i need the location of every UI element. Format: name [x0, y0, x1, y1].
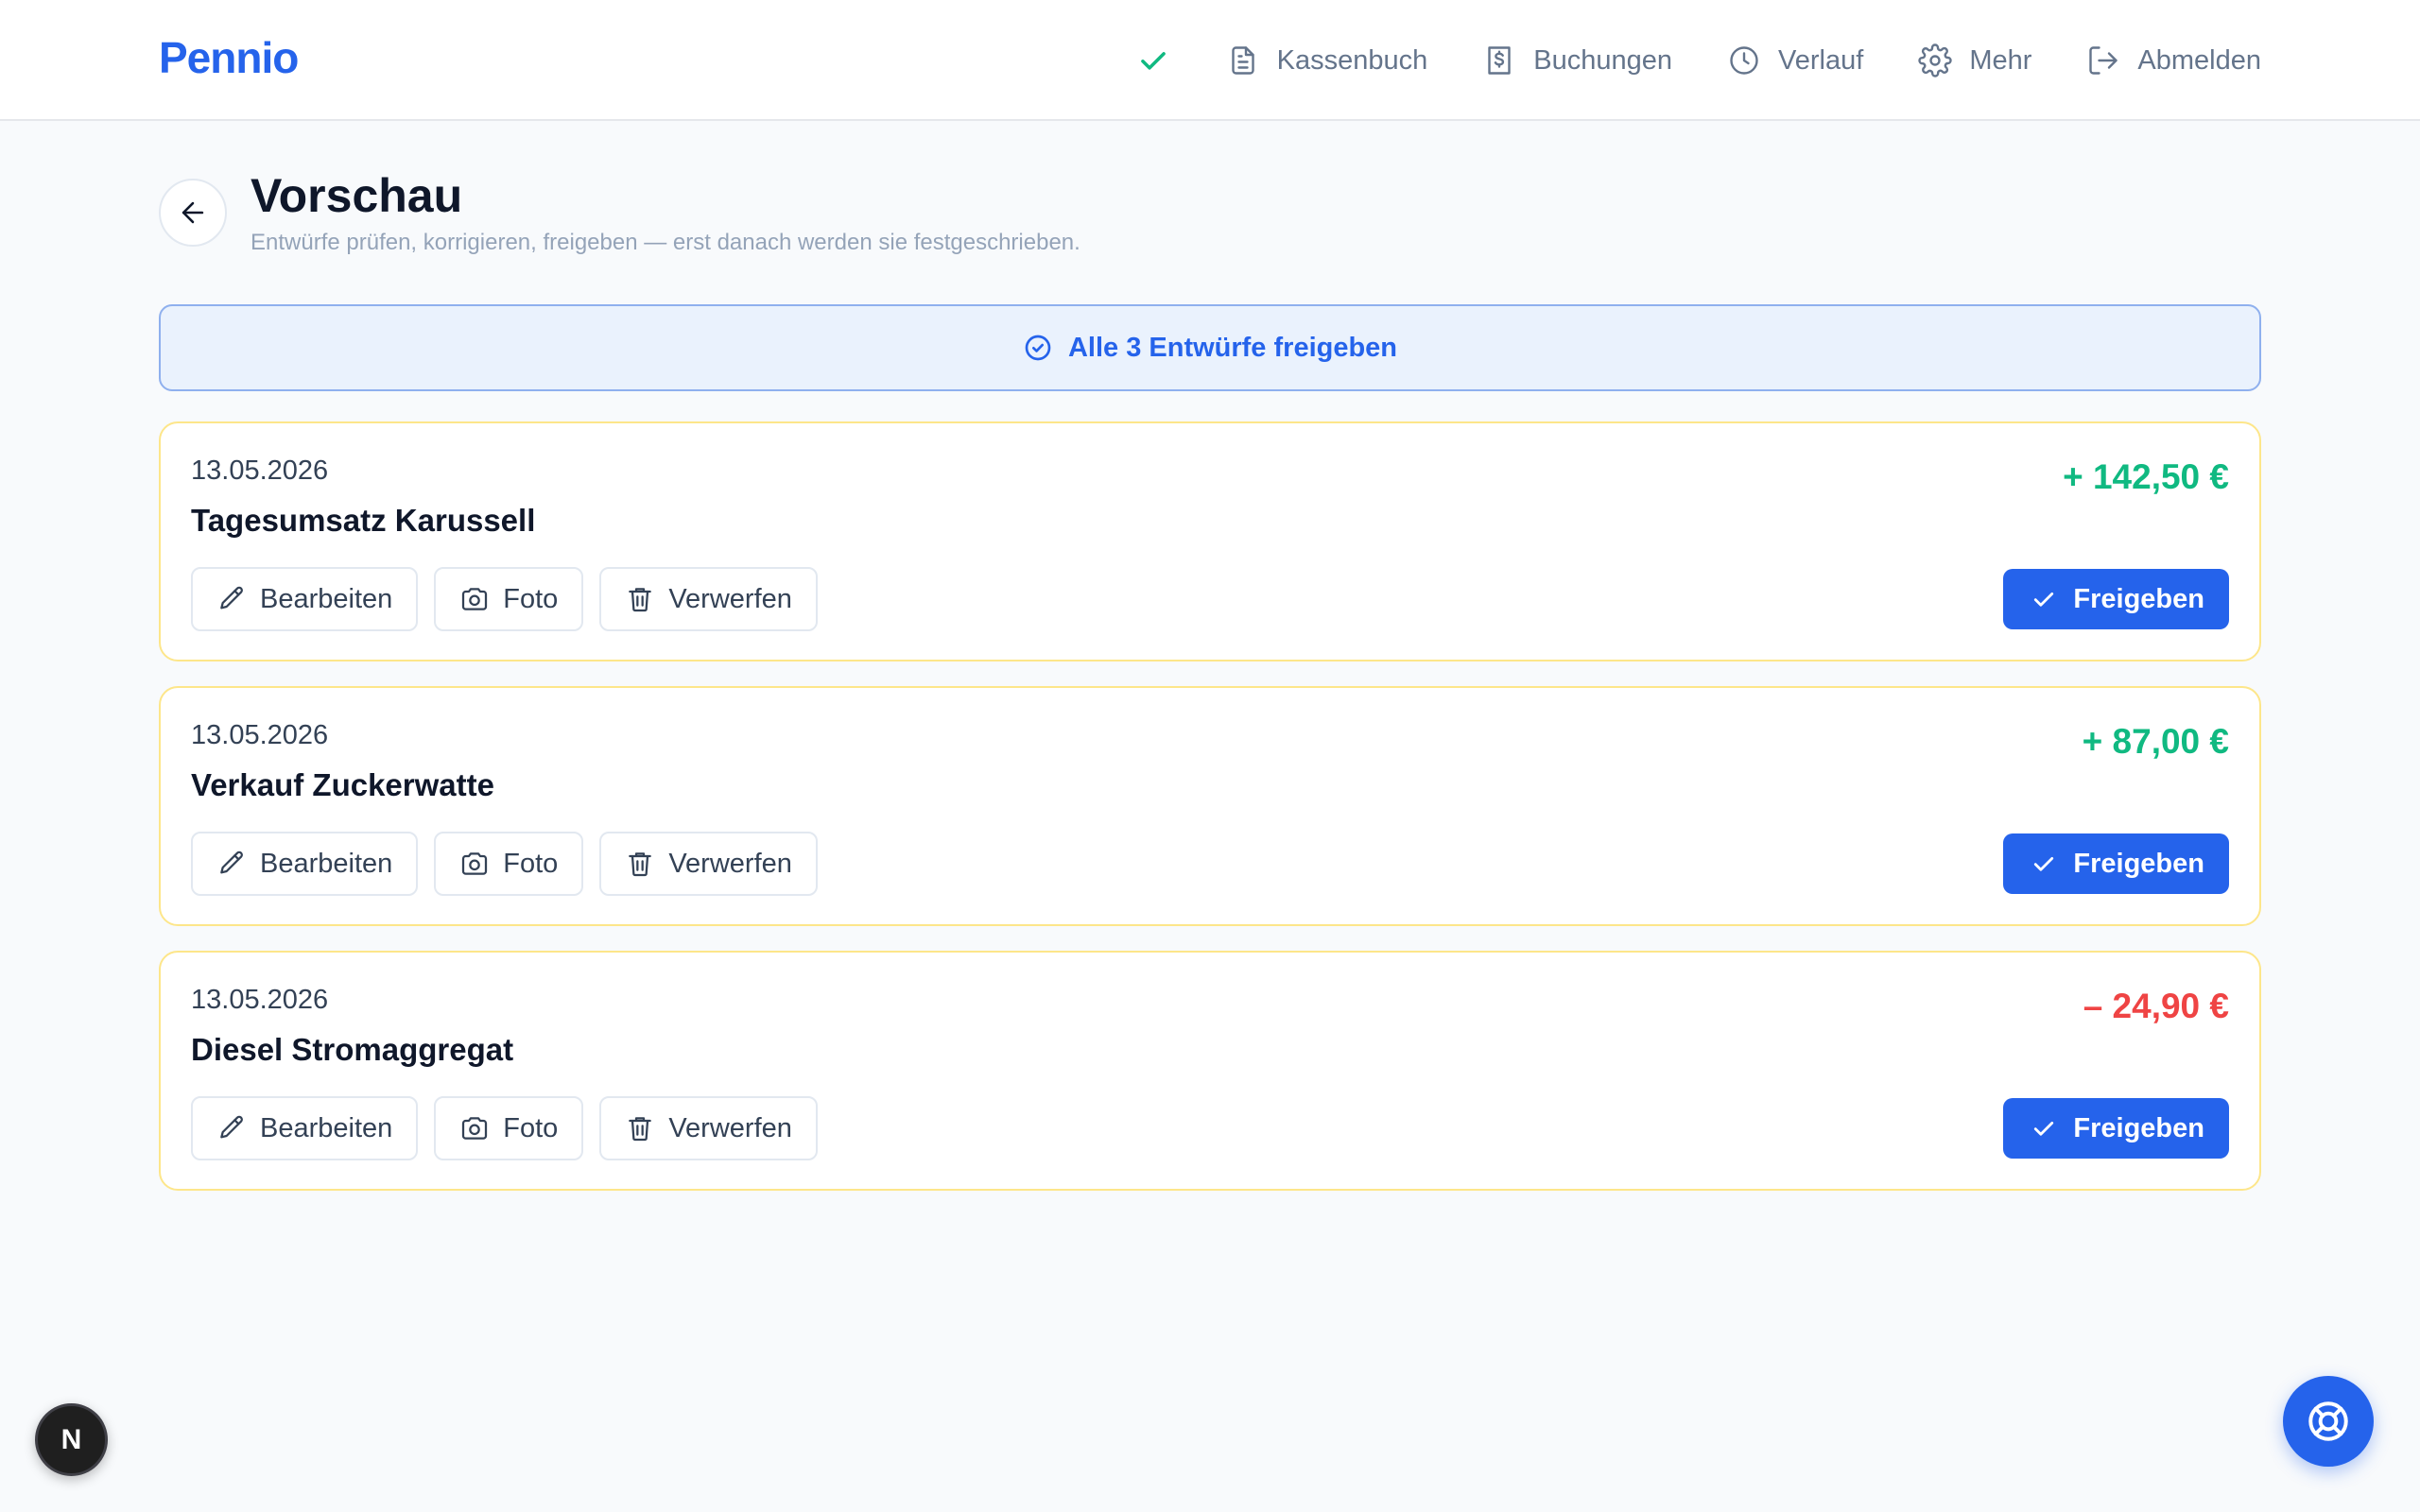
photo-label: Foto [503, 848, 559, 879]
nav-item-kassenbuch[interactable]: Kassenbuch [1226, 43, 1428, 77]
camera-icon [462, 588, 488, 610]
photo-button[interactable]: Foto [434, 832, 584, 896]
discard-button[interactable]: Verwerfen [599, 567, 818, 631]
nav-label: Buchungen [1533, 44, 1673, 76]
draft-date: 13.05.2026 [191, 720, 329, 750]
approve-label: Freigeben [2073, 583, 2204, 614]
pencil-icon [220, 586, 243, 610]
trash-icon [629, 588, 652, 612]
back-button[interactable] [159, 179, 227, 247]
photo-label: Foto [503, 583, 559, 614]
check-icon [2034, 857, 2054, 871]
arrow-left-icon [182, 201, 204, 224]
approve-all-label: Alle 3 Entwürfe freigeben [1067, 332, 1398, 363]
draft-amount: – 24,90 € [2083, 987, 2229, 1025]
page-title: Vorschau [251, 169, 463, 222]
draft-title: Diesel Stromaggregat [191, 1032, 514, 1067]
nav-label: Mehr [1969, 44, 2032, 76]
discard-label: Verwerfen [668, 583, 792, 614]
receipt-dollar-icon [1488, 46, 1511, 75]
draft-title: Verkauf Zuckerwatte [191, 767, 494, 802]
dev-tools-badge[interactable]: N [35, 1403, 108, 1476]
main-nav: Kassenbuch Buchungen Verlauf Mehr Abmeld… [1135, 0, 2261, 121]
document-icon [1231, 46, 1254, 75]
draft-card: 13.05.2026 Diesel Stromaggregat – 24,90 … [159, 951, 2261, 1191]
photo-button[interactable]: Foto [434, 567, 584, 631]
approve-label: Freigeben [2073, 848, 2204, 879]
approve-button[interactable]: Freigeben [2003, 569, 2229, 629]
edit-label: Bearbeiten [260, 1112, 393, 1143]
gear-icon [1918, 43, 1952, 77]
draft-actions: Bearbeiten Foto Verwerfen [191, 1096, 818, 1160]
nav-label: Abmelden [2137, 44, 2261, 76]
sync-status-check-icon[interactable] [1135, 43, 1171, 78]
draft-amount: + 142,50 € [2063, 457, 2229, 496]
lifebuoy-icon [2308, 1401, 2348, 1441]
edit-button[interactable]: Bearbeiten [191, 832, 419, 896]
help-button[interactable] [2283, 1376, 2374, 1467]
discard-button[interactable]: Verwerfen [599, 832, 818, 896]
edit-label: Bearbeiten [260, 848, 393, 879]
approve-label: Freigeben [2073, 1112, 2204, 1143]
edit-label: Bearbeiten [260, 583, 393, 614]
draft-actions: Bearbeiten Foto Verwerfen [191, 832, 818, 896]
trash-icon [629, 852, 652, 877]
trash-icon [629, 1117, 652, 1142]
edit-button[interactable]: Bearbeiten [191, 567, 419, 631]
discard-label: Verwerfen [668, 1112, 792, 1143]
edit-button[interactable]: Bearbeiten [191, 1096, 419, 1160]
draft-amount: + 87,00 € [2082, 722, 2229, 761]
discard-button[interactable]: Verwerfen [599, 1096, 818, 1160]
check-icon [2034, 1122, 2054, 1136]
draft-date: 13.05.2026 [191, 985, 329, 1015]
draft-card: 13.05.2026 Verkauf Zuckerwatte + 87,00 €… [159, 686, 2261, 926]
nav-item-verlauf[interactable]: Verlauf [1727, 43, 1863, 77]
draft-title: Tagesumsatz Karussell [191, 503, 536, 538]
discard-label: Verwerfen [668, 848, 792, 879]
nav-label: Kassenbuch [1276, 44, 1428, 76]
nav-item-mehr[interactable]: Mehr [1918, 43, 2031, 77]
pencil-icon [220, 850, 243, 874]
approve-button[interactable]: Freigeben [2003, 1098, 2229, 1159]
clock-icon [1730, 46, 1758, 75]
photo-button[interactable]: Foto [434, 1096, 584, 1160]
pencil-icon [220, 1115, 243, 1139]
top-navigation-bar: Pennio Kassenbuch Buchungen Verlauf Mehr… [0, 0, 2420, 121]
nav-label: Verlauf [1778, 44, 1864, 76]
draft-actions: Bearbeiten Foto Verwerfen [191, 567, 818, 631]
camera-icon [462, 1117, 488, 1140]
check-circle-icon [1025, 335, 1051, 361]
photo-label: Foto [503, 1112, 559, 1143]
approve-button[interactable]: Freigeben [2003, 833, 2229, 894]
nav-item-abmelden[interactable]: Abmelden [2086, 43, 2261, 77]
logout-icon [2089, 46, 2118, 75]
nav-item-buchungen[interactable]: Buchungen [1482, 43, 1672, 77]
page-subtitle: Entwürfe prüfen, korrigieren, freigeben … [251, 230, 1080, 255]
camera-icon [462, 852, 488, 875]
draft-date: 13.05.2026 [191, 455, 329, 486]
check-icon [2034, 593, 2054, 607]
approve-all-button[interactable]: Alle 3 Entwürfe freigeben [159, 304, 2261, 391]
brand-logo[interactable]: Pennio [159, 32, 299, 83]
draft-card: 13.05.2026 Tagesumsatz Karussell + 142,5… [159, 421, 2261, 662]
